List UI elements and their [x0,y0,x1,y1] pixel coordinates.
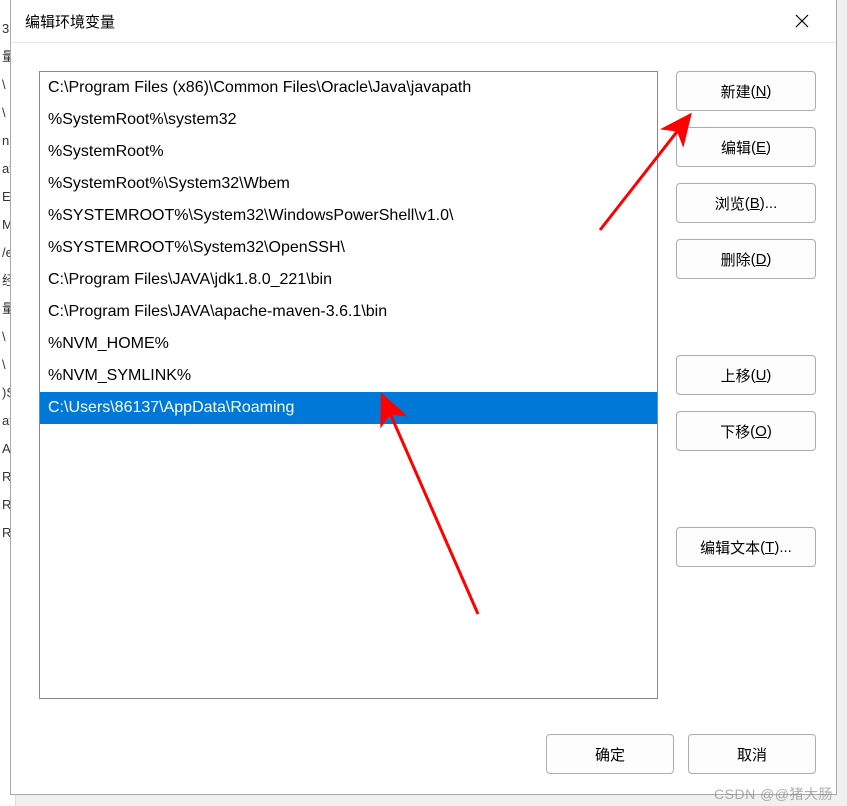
button-suffix: ... [779,539,792,556]
list-item[interactable]: %SYSTEMROOT%\System32\WindowsPowerShell\… [40,200,657,232]
accelerator-key: B [750,195,760,212]
button-suffix: ... [765,195,778,212]
edit-env-var-dialog: 编辑环境变量 C:\Program Files (x86)\Common Fil… [10,0,837,795]
close-icon [795,14,809,28]
button-label: 新建 [721,81,751,102]
delete-button[interactable]: 删除(D) [676,239,816,279]
accelerator-key: N [756,83,767,100]
button-label: 删除 [721,249,751,270]
accelerator-key: O [755,423,767,440]
list-item[interactable]: %NVM_SYMLINK% [40,360,657,392]
list-item[interactable]: C:\Users\86137\AppData\Roaming [40,392,657,424]
bottom-button-bar: 确定 取消 [11,724,836,794]
close-button[interactable] [782,1,822,41]
list-item[interactable]: %SystemRoot%\System32\Wbem [40,168,657,200]
button-label: 取消 [737,744,767,765]
list-item[interactable]: %SystemRoot% [40,136,657,168]
button-label: 浏览 [715,193,745,214]
list-item[interactable]: C:\Program Files (x86)\Common Files\Orac… [40,72,657,104]
edit-button[interactable]: 编辑(E) [676,127,816,167]
accelerator-key: E [756,139,766,156]
list-item[interactable]: %NVM_HOME% [40,328,657,360]
list-item[interactable]: %SystemRoot%\system32 [40,104,657,136]
titlebar: 编辑环境变量 [11,0,836,43]
button-label: 编辑 [721,137,751,158]
dialog-title: 编辑环境变量 [25,11,115,32]
move-up-button[interactable]: 上移(U) [676,355,816,395]
accelerator-key: D [756,251,767,268]
button-label: 确定 [595,744,625,765]
list-item[interactable]: %SYSTEMROOT%\System32\OpenSSH\ [40,232,657,264]
path-listbox[interactable]: C:\Program Files (x86)\Common Files\Orac… [39,71,658,699]
edit-text-button[interactable]: 编辑文本(T)... [676,527,816,567]
accelerator-key: T [765,539,774,556]
cancel-button[interactable]: 取消 [688,734,816,774]
spacer [676,467,816,511]
move-down-button[interactable]: 下移(O) [676,411,816,451]
accelerator-key: U [756,367,767,384]
watermark: CSDN @@猪大肠 [714,784,833,804]
browse-button[interactable]: 浏览(B)... [676,183,816,223]
list-item[interactable]: C:\Program Files\JAVA\jdk1.8.0_221\bin [40,264,657,296]
spacer [676,295,816,339]
new-button[interactable]: 新建(N) [676,71,816,111]
button-label: 下移 [720,421,750,442]
dialog-content: C:\Program Files (x86)\Common Files\Orac… [11,43,836,724]
button-label: 编辑文本 [700,537,760,558]
button-label: 上移 [721,365,751,386]
side-button-panel: 新建(N) 编辑(E) 浏览(B)... 删除(D) 上移(U) 下移(O) 编… [676,71,816,714]
list-item[interactable]: C:\Program Files\JAVA\apache-maven-3.6.1… [40,296,657,328]
ok-button[interactable]: 确定 [546,734,674,774]
